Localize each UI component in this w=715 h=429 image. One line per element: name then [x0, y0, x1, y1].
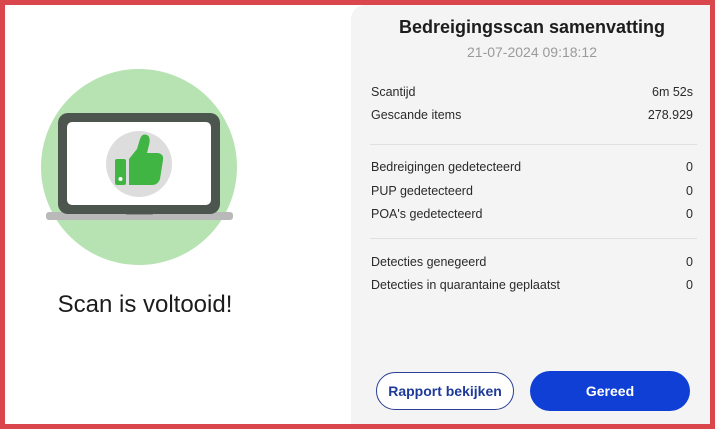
view-report-button[interactable]: Rapport bekijken [376, 372, 514, 410]
divider [370, 144, 697, 145]
stat-row-scan-time: Scantijd 6m 52s [371, 85, 693, 103]
stat-label: Detecties in quarantaine geplaatst [371, 278, 561, 292]
stat-value: 6m 52s [652, 85, 693, 99]
summary-panel: Bedreigingsscan samenvatting 21-07-2024 … [351, 5, 710, 424]
stat-value: 0 [686, 160, 693, 174]
stat-row-poa: POA's gedetecteerd 0 [371, 207, 693, 225]
stat-value: 278.929 [647, 108, 693, 122]
stat-row-pup: PUP gedetecteerd 0 [371, 184, 693, 202]
stat-row-scanned-items: Gescande items 278.929 [371, 108, 693, 126]
stat-value: 0 [686, 278, 693, 292]
summary-datetime: 21-07-2024 09:18:12 [467, 44, 597, 60]
result-panel: Scan is voltooid! [5, 5, 351, 424]
stat-label: POA's gedetecteerd [371, 207, 483, 221]
stat-label: Scantijd [371, 85, 416, 99]
stat-value: 0 [686, 184, 693, 198]
scan-complete-title: Scan is voltooid! [57, 291, 233, 318]
stat-row-ignored: Detecties genegeerd 0 [371, 255, 693, 273]
divider [370, 238, 697, 239]
stat-row-quarantined: Detecties in quarantaine geplaatst 0 [371, 278, 693, 296]
stat-label: Detecties genegeerd [371, 255, 487, 269]
stat-value: 0 [686, 255, 693, 269]
summary-title: Bedreigingsscan samenvatting [398, 17, 666, 37]
stat-label: PUP gedetecteerd [371, 184, 473, 198]
stat-label: Gescande items [371, 108, 462, 122]
done-button[interactable]: Gereed [530, 371, 690, 411]
laptop-thumbs-up-icon [41, 69, 237, 265]
stat-label: Bedreigingen gedetecteerd [371, 160, 522, 174]
stat-value: 0 [686, 207, 693, 221]
stat-row-threats: Bedreigingen gedetecteerd 0 [371, 160, 693, 178]
